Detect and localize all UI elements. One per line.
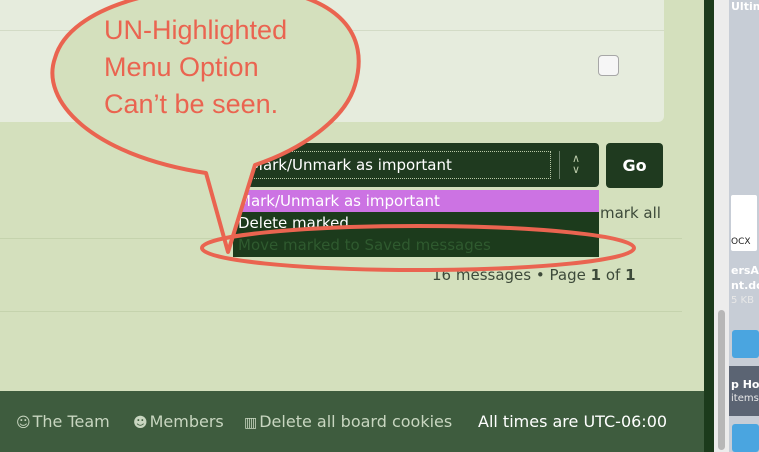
scrollbar-thumb[interactable] bbox=[718, 310, 725, 450]
trash-icon: ▥ bbox=[244, 415, 258, 431]
callout-line-2: Menu Option bbox=[104, 52, 259, 82]
window-border bbox=[704, 0, 714, 452]
footer-bar: ☺ The Team ☻ Members ▥ Delete all board coo… bbox=[0, 391, 704, 452]
callout-line-1: UN-Highlighted bbox=[104, 15, 288, 45]
desktop-folder-name: p Ho bbox=[731, 378, 759, 391]
folder-label-background: p Ho items bbox=[729, 366, 759, 416]
delete-cookies-label: Delete all board cookies bbox=[259, 412, 453, 431]
folder-icon[interactable] bbox=[732, 330, 759, 358]
highlight-ellipse bbox=[200, 224, 636, 272]
delete-cookies-link[interactable]: ▥ Delete all board cookies bbox=[244, 412, 452, 431]
the-team-label: The Team bbox=[32, 412, 110, 431]
the-team-link[interactable]: ☺ The Team bbox=[16, 412, 110, 431]
desktop-file-name-2: nt.doc bbox=[731, 279, 759, 292]
members-link[interactable]: ☻ Members bbox=[133, 412, 224, 431]
members-label: Members bbox=[149, 412, 224, 431]
folder-icon-2[interactable] bbox=[732, 424, 759, 452]
document-icon[interactable]: OCX bbox=[731, 195, 757, 251]
desktop-file-size: 5 KB bbox=[731, 295, 754, 306]
desktop-file-name-1: ersA bbox=[731, 264, 759, 277]
timezone-text: All times are UTC-06:00 bbox=[478, 412, 668, 431]
desktop-background: Ultim OCX ersA nt.doc 5 KB p Ho items bbox=[729, 0, 759, 452]
doc-extension: OCX bbox=[731, 237, 751, 247]
desktop-top-label: Ultim bbox=[731, 0, 759, 13]
user-plus-icon: ☻ bbox=[133, 415, 148, 431]
callout-text: UN-Highlighted Menu Option Can’t be seen… bbox=[104, 12, 287, 123]
desktop-folder-items: items bbox=[731, 393, 759, 404]
users-icon: ☺ bbox=[16, 415, 31, 431]
vertical-scrollbar[interactable] bbox=[714, 0, 729, 452]
callout-line-3: Can’t be seen. bbox=[104, 89, 279, 119]
